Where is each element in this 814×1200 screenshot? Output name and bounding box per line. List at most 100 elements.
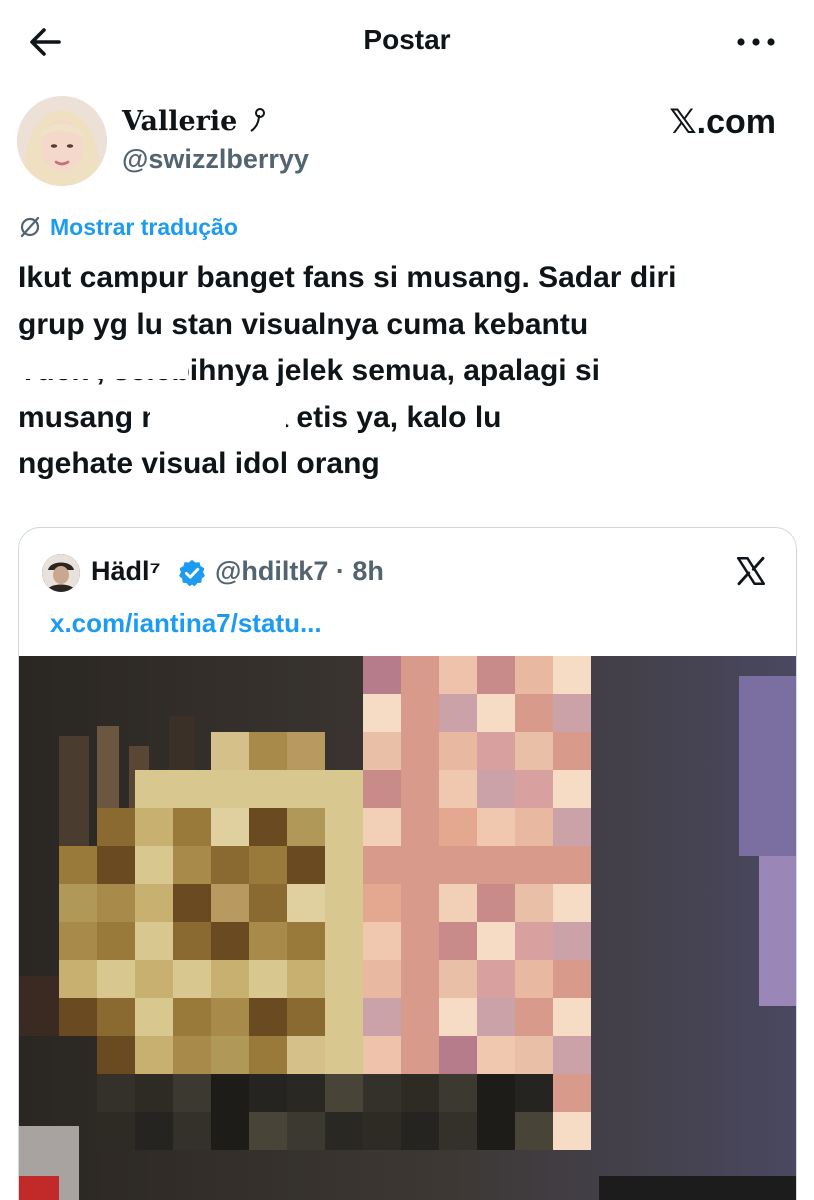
display-name[interactable]: Vallerie	[122, 106, 269, 137]
mosaic-tile	[287, 1112, 325, 1150]
mosaic-tile	[515, 998, 553, 1036]
mosaic-tile	[363, 1074, 401, 1112]
quoted-handle-time: @hdiltk7 · 8h	[215, 556, 384, 586]
mosaic-tile	[363, 770, 401, 808]
mosaic-tile	[439, 694, 477, 732]
mosaic-tile	[135, 998, 173, 1036]
mosaic-tile	[97, 1112, 135, 1150]
mosaic-tile	[173, 1074, 211, 1112]
mosaic-tile	[135, 808, 173, 846]
quoted-avatar[interactable]	[42, 554, 80, 592]
mosaic-tile	[173, 1112, 211, 1150]
mosaic-tile	[363, 808, 401, 846]
mosaic-tile	[97, 998, 135, 1036]
mosaic-tile	[553, 808, 591, 846]
mosaic-tile	[97, 846, 135, 884]
mosaic-tile	[439, 922, 477, 960]
mosaic-tile	[515, 846, 553, 884]
mosaic-tile	[477, 732, 515, 770]
mosaic-tile	[477, 1074, 515, 1112]
mosaic-tile	[325, 1074, 363, 1112]
translate-icon	[20, 216, 40, 238]
rose-emoji-icon	[250, 108, 265, 132]
mosaic-tile	[401, 694, 439, 732]
mosaic-tile	[287, 884, 325, 922]
mosaic-tile	[553, 1112, 591, 1150]
quoted-link[interactable]: x.com/iantina7/statu...	[50, 608, 322, 639]
more-button[interactable]	[736, 30, 776, 54]
mosaic-tile	[325, 884, 363, 922]
avatar[interactable]	[17, 96, 107, 186]
mosaic-tile	[553, 846, 591, 884]
mosaic-tile	[97, 1036, 135, 1074]
mosaic-tile	[59, 960, 97, 998]
handle[interactable]: @swizzlberryy	[122, 144, 309, 175]
mosaic-tile	[135, 846, 173, 884]
mosaic-tile	[401, 922, 439, 960]
page-title: Postar	[363, 24, 451, 55]
post-text-line: grup yg lu stan visualnya cuma kebantu	[18, 307, 589, 341]
pixelated-photo	[19, 656, 796, 1200]
mosaic-tile	[553, 884, 591, 922]
mosaic-tile	[59, 884, 97, 922]
post-text-line: ngehate visual idol orang	[18, 447, 380, 480]
mosaic-tile	[325, 1036, 363, 1074]
mosaic-tile	[439, 1112, 477, 1150]
mosaic-tile	[439, 770, 477, 808]
mosaic-tile	[363, 884, 401, 922]
mosaic-tile	[135, 922, 173, 960]
mosaic-tile	[515, 808, 553, 846]
mosaic-tile	[173, 998, 211, 1036]
mosaic-tile	[249, 1112, 287, 1150]
quoted-media[interactable]	[19, 656, 796, 1200]
mosaic-tile	[287, 922, 325, 960]
mosaic-tile	[439, 846, 477, 884]
mosaic-tile	[363, 1036, 401, 1074]
mosaic-tile	[287, 998, 325, 1036]
mosaic-tile	[287, 732, 325, 770]
mosaic-tile	[515, 884, 553, 922]
mosaic-tile	[59, 846, 97, 884]
mosaic-tile	[477, 1112, 515, 1150]
mosaic-tile	[401, 998, 439, 1036]
mosaic-tile	[363, 922, 401, 960]
mosaic-tile	[439, 732, 477, 770]
mosaic-tile	[325, 846, 363, 884]
redaction-bar	[18, 355, 188, 379]
mosaic-tile	[135, 1112, 173, 1150]
mosaic-tile	[477, 1036, 515, 1074]
mosaic-tile	[211, 960, 249, 998]
quoted-post[interactable]: Hädl⁷ @hdiltk7 · 8h x.com/iantina7/statu…	[18, 527, 797, 1200]
mosaic-tile	[515, 732, 553, 770]
mosaic-tile	[515, 1036, 553, 1074]
mosaic-tile	[287, 808, 325, 846]
mosaic-tile	[249, 846, 287, 884]
mosaic-tile	[249, 1036, 287, 1074]
show-translation-button[interactable]: Mostrar tradução	[18, 212, 238, 242]
mosaic-tile	[249, 1074, 287, 1112]
mosaic-tile	[515, 1112, 553, 1150]
mosaic-tile	[515, 656, 553, 694]
mosaic-tile	[401, 808, 439, 846]
mosaic-tile	[287, 770, 325, 808]
mosaic-tile	[363, 960, 401, 998]
mosaic-tile	[363, 1112, 401, 1150]
more-horizontal-icon	[737, 38, 775, 46]
mosaic-tile	[325, 808, 363, 846]
mosaic-tile	[249, 808, 287, 846]
mosaic-tile	[97, 1074, 135, 1112]
mosaic-tile	[553, 770, 591, 808]
mosaic-tile	[173, 922, 211, 960]
quoted-display-name[interactable]: Hädl⁷	[91, 556, 161, 587]
mosaic-tile	[173, 960, 211, 998]
source-label: 𝕏.com	[669, 103, 776, 141]
mosaic-tile	[135, 960, 173, 998]
mosaic-tile	[287, 1074, 325, 1112]
mosaic-tile	[97, 960, 135, 998]
mosaic-tile	[515, 770, 553, 808]
mosaic-tile	[401, 732, 439, 770]
mosaic-tile	[211, 1112, 249, 1150]
mosaic-tile	[249, 998, 287, 1036]
mosaic-tile	[325, 770, 363, 808]
mosaic-tile	[515, 960, 553, 998]
